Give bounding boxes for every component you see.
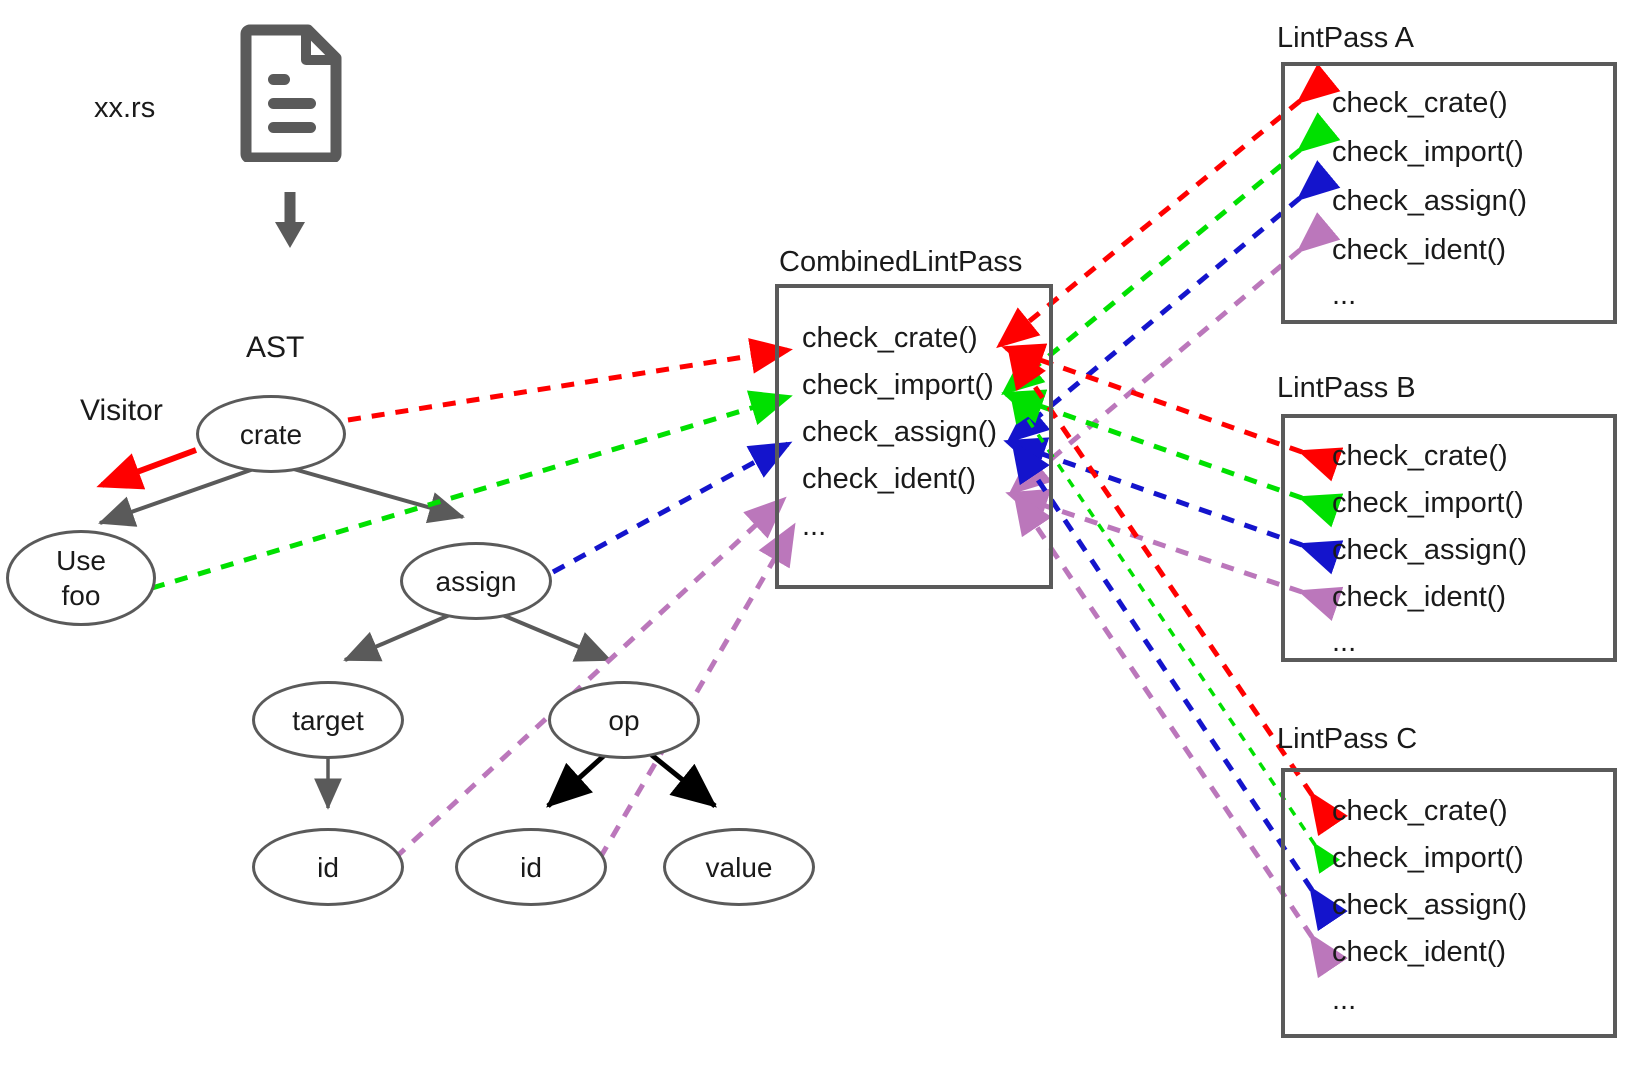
combined-lintpass-title: CombinedLintPass xyxy=(779,246,1023,278)
ast-node-label: value xyxy=(705,851,773,883)
edge-c-ident xyxy=(1013,491,1348,979)
visitor-label: Visitor xyxy=(80,394,163,427)
edge-c-crate xyxy=(1007,345,1348,837)
visitor-arrow xyxy=(96,447,198,490)
lintpass-a-box[interactable]: check_crate() check_import() check_assig… xyxy=(1281,62,1617,324)
ast-node-assign[interactable]: assign xyxy=(400,542,552,620)
op-child-edges xyxy=(546,750,717,808)
combined-method-check-assign[interactable]: check_assign() xyxy=(802,416,997,449)
lintpass-a-method-check-assign[interactable]: check_assign() xyxy=(1332,185,1527,218)
ast-node-crate[interactable]: crate xyxy=(196,395,346,473)
edge-a-ident xyxy=(1008,212,1341,496)
lintpass-b-title: LintPass B xyxy=(1277,372,1416,404)
edge-assign-to-check-assign xyxy=(551,441,793,575)
ast-node-label: id xyxy=(520,851,542,883)
combined-lintpass-box[interactable]: check_crate() check_import() check_assig… xyxy=(775,284,1053,589)
document-icon xyxy=(240,22,344,167)
ast-node-label: target xyxy=(292,704,364,736)
lintpass-c-method-ellipsis: ... xyxy=(1332,984,1357,1016)
ast-title: AST xyxy=(246,331,305,364)
ast-node-label: id xyxy=(317,851,339,883)
lintpass-c-method-check-import[interactable]: check_import() xyxy=(1332,842,1524,875)
lintpass-b-method-check-ident[interactable]: check_ident() xyxy=(1332,581,1506,614)
ast-node-label: crate xyxy=(239,418,303,450)
ast-node-label: Use foo xyxy=(56,545,106,611)
edge-c-assign xyxy=(1011,439,1348,932)
lintpass-c-title: LintPass C xyxy=(1277,723,1418,755)
ast-node-label: assign xyxy=(435,565,517,597)
lintpass-b-box[interactable]: check_crate() check_import() check_assig… xyxy=(1281,414,1617,662)
flow-arrow-source-to-ast xyxy=(275,192,305,248)
lintpass-c-method-check-crate[interactable]: check_crate() xyxy=(1332,795,1508,828)
ast-node-op[interactable]: op xyxy=(548,681,700,759)
lintpass-b-method-check-assign[interactable]: check_assign() xyxy=(1332,534,1527,567)
lintpass-a-title: LintPass A xyxy=(1277,22,1415,54)
edge-crate-to-check-crate xyxy=(347,338,793,423)
edge-b-ident xyxy=(1005,488,1344,621)
combined-method-ellipsis: ... xyxy=(802,510,827,542)
lintpass-b-method-check-crate[interactable]: check_crate() xyxy=(1332,440,1508,473)
combined-method-check-ident[interactable]: check_ident() xyxy=(802,463,976,496)
lintpass-a-method-ellipsis: ... xyxy=(1332,279,1357,311)
ast-node-target[interactable]: target xyxy=(252,681,404,759)
combined-method-check-import[interactable]: check_import() xyxy=(802,369,994,402)
ast-node-use-foo[interactable]: Use foo xyxy=(6,530,156,626)
lintpass-a-method-check-ident[interactable]: check_ident() xyxy=(1332,234,1506,267)
ast-node-value[interactable]: value xyxy=(663,828,815,906)
diagram-canvas: xx.rs AST Visitor crate Use foo assign t… xyxy=(0,0,1625,1065)
ast-node-id-op[interactable]: id xyxy=(455,828,607,906)
lintpass-a-method-check-import[interactable]: check_import() xyxy=(1332,136,1524,169)
lintpass-c-method-check-ident[interactable]: check_ident() xyxy=(1332,936,1506,969)
lintpass-c-method-check-assign[interactable]: check_assign() xyxy=(1332,889,1527,922)
lintpass-b-method-check-import[interactable]: check_import() xyxy=(1332,487,1524,520)
lintpass-c-box[interactable]: check_crate() check_import() check_assig… xyxy=(1281,768,1617,1038)
source-file-label: xx.rs xyxy=(94,92,156,124)
edge-a-assign xyxy=(1006,160,1341,444)
ast-tree-edges xyxy=(98,464,612,810)
lintpass-a-method-check-crate[interactable]: check_crate() xyxy=(1332,87,1508,120)
edge-c-import xyxy=(1010,393,1341,874)
lintpass-b-method-ellipsis: ... xyxy=(1332,626,1357,658)
ast-node-id-target[interactable]: id xyxy=(252,828,404,906)
combined-method-check-crate[interactable]: check_crate() xyxy=(802,322,978,355)
ast-node-label: op xyxy=(608,704,640,736)
